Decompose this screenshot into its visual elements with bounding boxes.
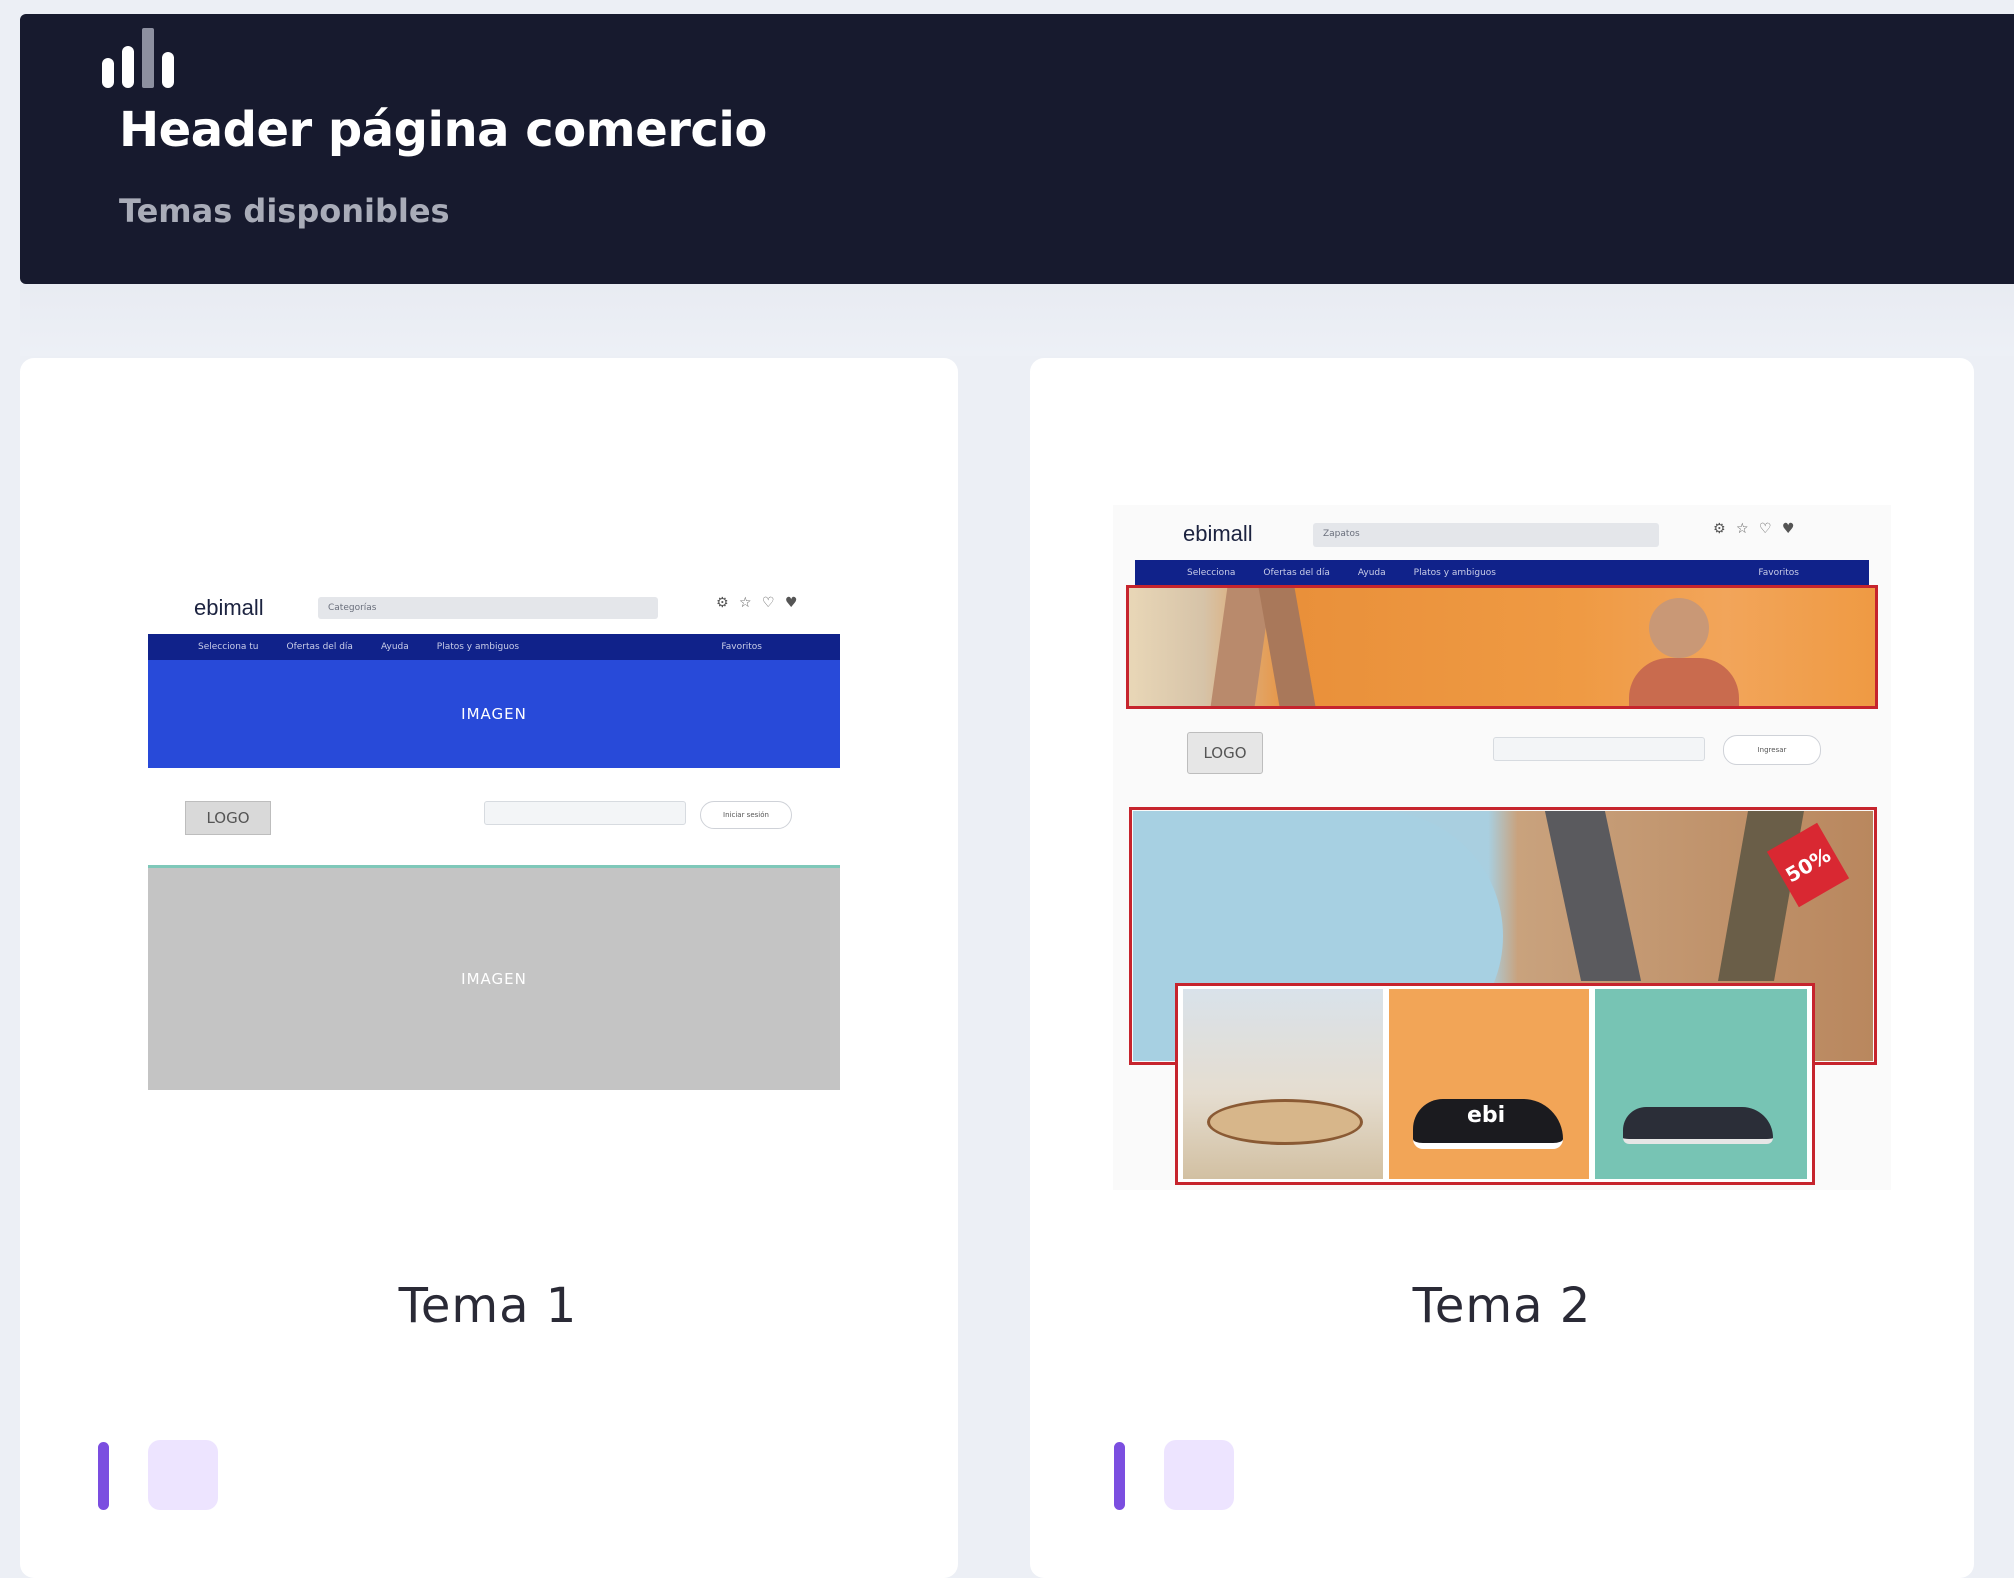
page-title: Header página comercio (119, 102, 767, 158)
preview-navbar: Selecciona tu Ofertas del día Ayuda Platos … (148, 634, 840, 660)
preview-logo-box: LOGO (1187, 732, 1263, 774)
preview-search-category: Categorías (328, 603, 377, 613)
preview-header-icons: ⚙ ☆ ♡ ♥ (716, 595, 801, 611)
preview-mini-search (484, 801, 686, 825)
preview-image-main: IMAGEN (148, 868, 840, 1090)
preview-search-bar: Zapatos (1313, 523, 1659, 547)
theme-2-title: Tema 2 (1412, 1278, 1592, 1334)
preview-brand: ebimall (194, 595, 264, 620)
preview-brand: ebimall (1183, 521, 1253, 546)
theme-2-select-button[interactable] (1164, 1440, 1234, 1510)
preview-search-bar: Categorías (318, 597, 658, 619)
preview-navbar: Selecciona Ofertas del día Ayuda Platos y a… (1135, 560, 1869, 586)
theme-2-toggle-bar[interactable] (1114, 1442, 1125, 1510)
preview-hero-frame (1126, 585, 1878, 709)
section-divider (20, 284, 2014, 356)
theme-1-select-button[interactable] (148, 1440, 218, 1510)
theme-1-title: Tema 1 (398, 1278, 578, 1334)
bar-chart-icon (102, 28, 174, 88)
preview-logo-box: LOGO (185, 801, 271, 835)
theme-1-preview[interactable]: ebimall Categorías ⚙ ☆ ♡ ♥ Selecciona tu… (148, 585, 840, 1090)
theme-2-preview[interactable]: ebimall Zapatos ⚙ ☆ ♡ ♥ Selecciona Oferta… (1113, 505, 1891, 1190)
preview-image-banner: IMAGEN (148, 660, 840, 768)
preview-header-icons: ⚙ ☆ ♡ ♥ (1713, 521, 1798, 537)
preview-login-pill: Ingresar (1723, 735, 1821, 765)
theme-1-toggle-bar[interactable] (98, 1442, 109, 1510)
preview-products-frame (1175, 983, 1815, 1185)
preview-login-pill: Iniciar sesión (700, 801, 792, 829)
page-header: Header página comercio Temas disponibles (20, 14, 2014, 284)
page-subtitle: Temas disponibles (119, 192, 450, 230)
preview-mini-search (1493, 737, 1705, 761)
preview-search-category: Zapatos (1323, 529, 1360, 539)
